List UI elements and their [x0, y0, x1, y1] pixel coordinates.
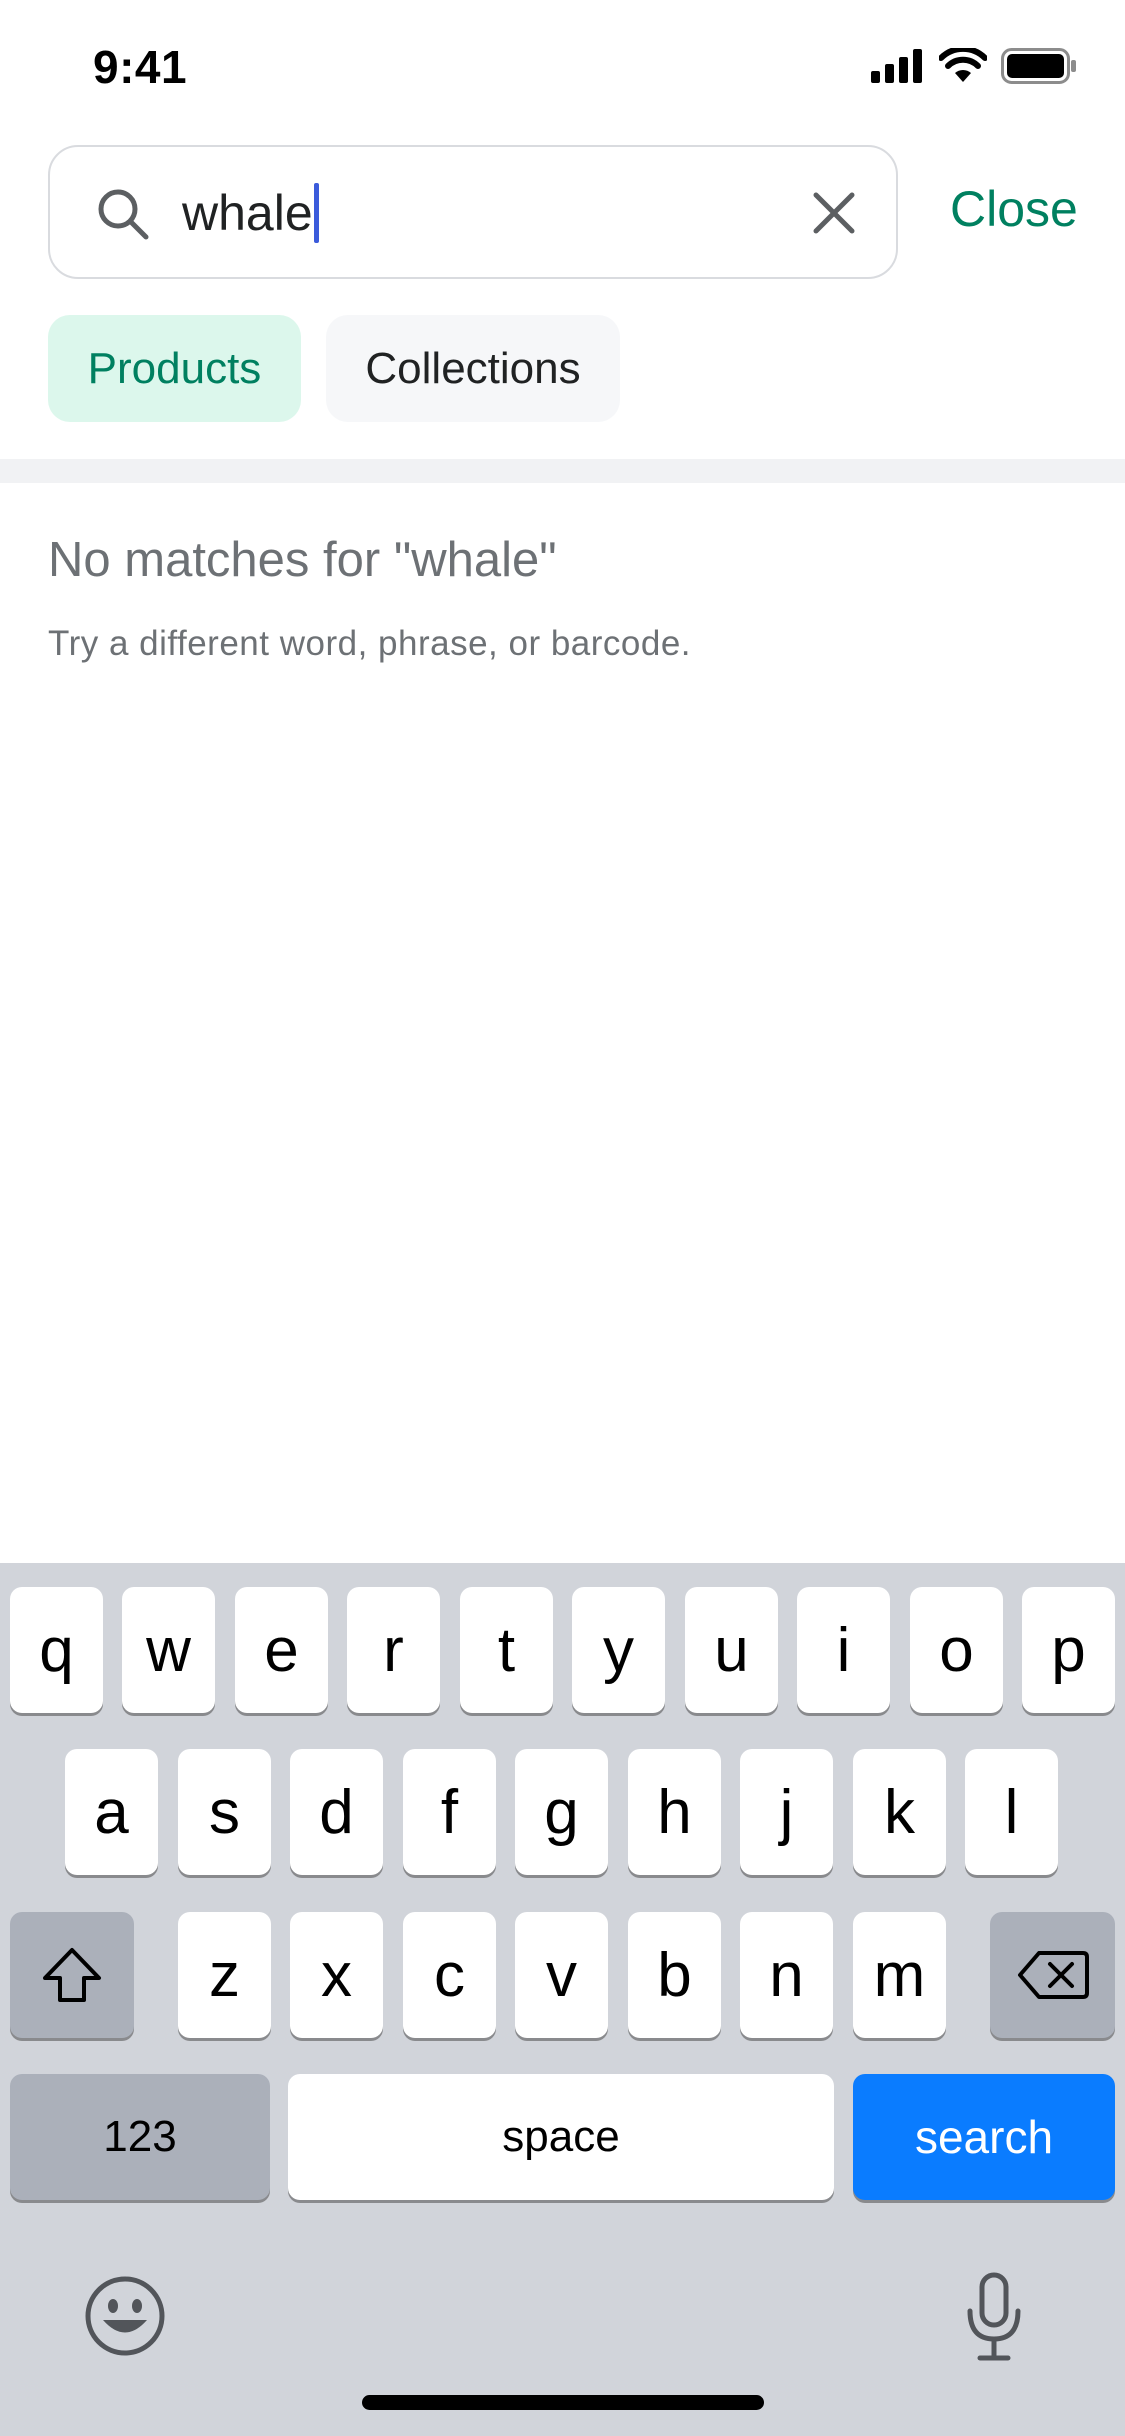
- screen: 9:41 whale Close Products Collections No…: [0, 0, 1125, 2436]
- battery-icon: [1001, 48, 1076, 84]
- search-input[interactable]: whale: [48, 145, 898, 279]
- section-divider: [0, 459, 1125, 483]
- key-z[interactable]: z: [178, 1912, 271, 2038]
- key-f[interactable]: f: [403, 1749, 496, 1875]
- key-a[interactable]: a: [65, 1749, 158, 1875]
- backspace-icon: [1017, 1951, 1089, 1999]
- key-h[interactable]: h: [628, 1749, 721, 1875]
- empty-state-subtitle: Try a different word, phrase, or barcode…: [48, 624, 692, 663]
- shift-key[interactable]: [10, 1912, 134, 2038]
- cellular-signal-icon: [871, 49, 922, 83]
- key-y[interactable]: y: [572, 1587, 665, 1713]
- key-m[interactable]: m: [853, 1912, 946, 2038]
- space-key[interactable]: space: [288, 2074, 834, 2200]
- key-b[interactable]: b: [628, 1912, 721, 2038]
- empty-state-title: No matches for "whale": [48, 533, 557, 587]
- shift-icon: [43, 1948, 101, 2002]
- status-bar: 9:41: [0, 0, 1125, 140]
- text-caret: [313, 183, 319, 243]
- status-icons: [871, 48, 1077, 84]
- key-d[interactable]: d: [290, 1749, 383, 1875]
- key-w[interactable]: w: [122, 1587, 215, 1713]
- key-x[interactable]: x: [290, 1912, 383, 2038]
- tab-collections[interactable]: Collections: [326, 315, 620, 422]
- search-icon: [98, 189, 149, 240]
- key-n[interactable]: n: [740, 1912, 833, 2038]
- backspace-key[interactable]: [990, 1912, 1115, 2038]
- key-e[interactable]: e: [235, 1587, 328, 1713]
- keyboard: q w e r t y u i o p a s d f g h j k l z …: [0, 1563, 1125, 2436]
- key-i[interactable]: i: [797, 1587, 890, 1713]
- key-r[interactable]: r: [347, 1587, 440, 1713]
- status-time: 9:41: [93, 41, 188, 93]
- key-g[interactable]: g: [515, 1749, 608, 1875]
- close-button[interactable]: Close: [950, 180, 1078, 238]
- microphone-icon[interactable]: [964, 2271, 1024, 2363]
- tab-products[interactable]: Products: [48, 315, 301, 422]
- key-s[interactable]: s: [178, 1749, 271, 1875]
- key-c[interactable]: c: [403, 1912, 496, 2038]
- key-l[interactable]: l: [965, 1749, 1058, 1875]
- close-icon[interactable]: [808, 187, 860, 239]
- wifi-icon: [939, 48, 987, 82]
- numbers-key[interactable]: 123: [10, 2074, 270, 2200]
- search-text: whale: [182, 185, 313, 241]
- key-u[interactable]: u: [685, 1587, 778, 1713]
- emoji-icon[interactable]: [84, 2275, 166, 2357]
- key-o[interactable]: o: [910, 1587, 1003, 1713]
- key-v[interactable]: v: [515, 1912, 608, 2038]
- search-key[interactable]: search: [853, 2074, 1115, 2200]
- home-indicator[interactable]: [362, 2395, 764, 2410]
- search-value[interactable]: whale: [182, 179, 319, 247]
- key-p[interactable]: p: [1022, 1587, 1115, 1713]
- key-k[interactable]: k: [853, 1749, 946, 1875]
- key-t[interactable]: t: [460, 1587, 553, 1713]
- key-q[interactable]: q: [10, 1587, 103, 1713]
- key-j[interactable]: j: [740, 1749, 833, 1875]
